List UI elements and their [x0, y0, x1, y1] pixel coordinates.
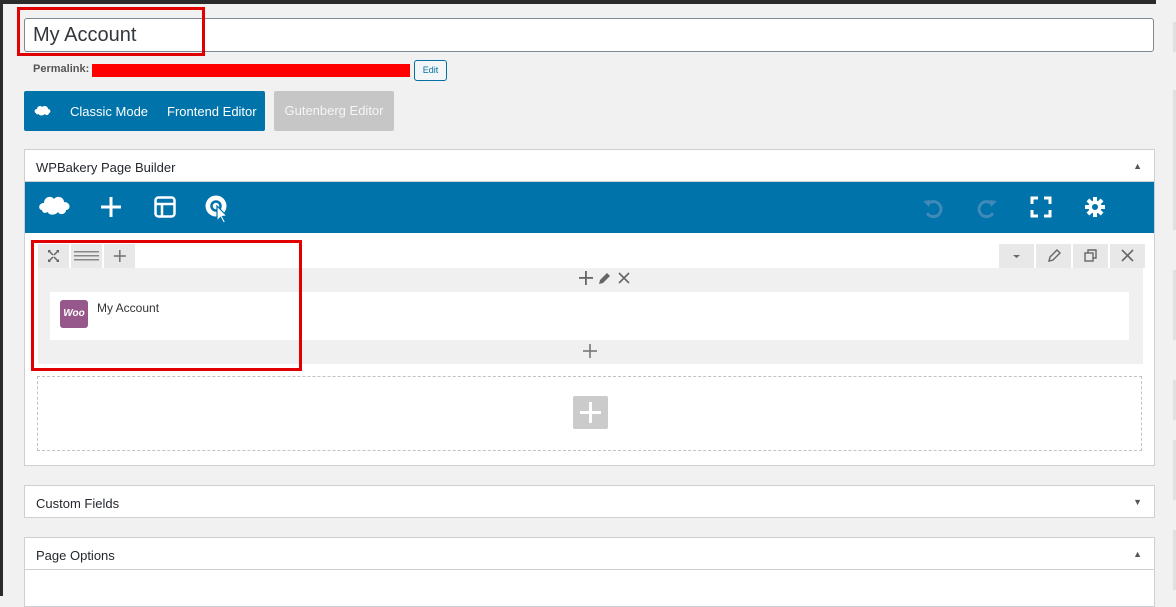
delete-column-icon[interactable]	[616, 270, 632, 286]
add-column-icon[interactable]	[104, 244, 135, 268]
vc-toolbar	[25, 182, 1154, 233]
add-new-row-button[interactable]	[573, 396, 608, 429]
row-container: Woo My Account	[38, 268, 1143, 364]
wpbakery-panel-title: WPBakery Page Builder	[36, 160, 176, 175]
frontend-editor-button[interactable]: Frontend Editor	[167, 104, 257, 119]
add-element-inside-icon[interactable]	[582, 343, 598, 359]
collapse-toggle-icon[interactable]: ▲	[1133, 161, 1142, 171]
edit-column-pencil-icon[interactable]	[597, 270, 613, 286]
element-title: My Account	[97, 301, 160, 315]
delete-row-icon[interactable]	[1110, 244, 1145, 268]
row-controls-left	[38, 244, 137, 268]
expand-toggle-icon[interactable]: ▼	[1133, 497, 1142, 507]
custom-fields-panel[interactable]: Custom Fields ▼	[24, 485, 1155, 518]
wpbakery-logo-icon	[34, 104, 52, 123]
my-account-element[interactable]: Woo My Account	[50, 292, 1129, 340]
settings-gear-icon[interactable]	[1084, 196, 1106, 223]
classic-mode-button[interactable]: Classic Mode	[70, 104, 148, 119]
edit-row-pencil-icon[interactable]	[1036, 244, 1071, 268]
wpbakery-logo-icon[interactable]	[38, 194, 72, 223]
undo-icon[interactable]	[922, 197, 944, 224]
right-sidebar-edge	[1156, 0, 1176, 596]
frontend-editor-cursor-icon[interactable]	[204, 194, 232, 229]
column-controls	[578, 270, 632, 286]
wpbakery-panel: WPBakery Page Builder ▲ Woo My Account	[24, 149, 1155, 466]
window-frame-top	[0, 0, 1176, 4]
permalink-url-redacted	[92, 64, 410, 77]
gutenberg-editor-button[interactable]: Gutenberg Editor	[274, 91, 394, 131]
empty-row-placeholder	[37, 376, 1142, 451]
window-frame-left	[0, 0, 3, 596]
editor-mode-bar: Classic Mode Frontend Editor	[24, 91, 265, 131]
redo-icon[interactable]	[976, 197, 998, 224]
woocommerce-logo-icon: Woo	[60, 300, 88, 328]
chevron-down-icon[interactable]	[999, 244, 1034, 268]
page-options-title: Page Options	[36, 548, 115, 563]
fullscreen-icon[interactable]	[1030, 196, 1052, 223]
add-element-icon[interactable]	[578, 270, 594, 286]
page-options-panel: Page Options ▲	[24, 537, 1155, 607]
templates-icon[interactable]	[154, 196, 176, 223]
row-layout-icon[interactable]	[71, 244, 102, 268]
collapse-toggle-icon[interactable]: ▲	[1133, 549, 1142, 559]
post-title-input[interactable]	[24, 18, 1154, 52]
row-move-icon[interactable]	[38, 244, 69, 268]
clone-row-icon[interactable]	[1073, 244, 1108, 268]
add-element-icon[interactable]	[100, 196, 122, 223]
permalink-edit-button[interactable]: Edit	[414, 60, 447, 81]
custom-fields-title: Custom Fields	[36, 496, 120, 511]
row-controls-right	[997, 244, 1145, 268]
permalink-label: Permalink:	[33, 63, 90, 75]
